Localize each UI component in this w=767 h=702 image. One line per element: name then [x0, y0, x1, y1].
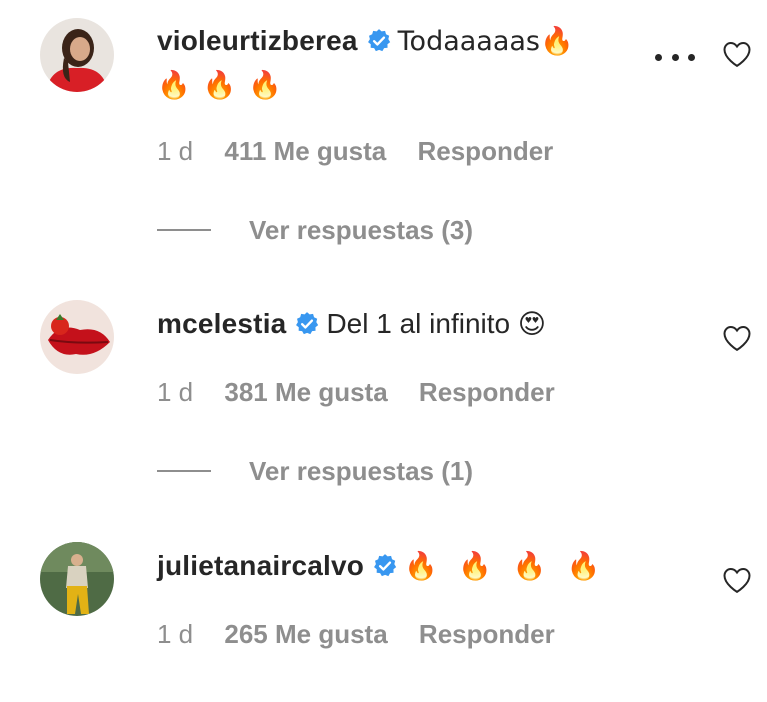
- comment-text: 🔥 🔥 🔥 🔥: [404, 551, 607, 582]
- comment-body: mcelestia Del 1 al infinito 😍: [157, 302, 677, 347]
- view-replies-button[interactable]: Ver respuestas (1): [157, 453, 473, 489]
- verified-badge-icon: [366, 28, 392, 54]
- comment-time: 1 d: [157, 377, 194, 407]
- avatar[interactable]: [40, 542, 114, 616]
- username[interactable]: mcelestia: [157, 308, 286, 339]
- reply-button[interactable]: Responder: [419, 619, 555, 650]
- view-replies-label: Ver respuestas (1): [249, 455, 474, 486]
- replies-divider: [157, 470, 211, 472]
- view-replies-label: Ver respuestas (3): [249, 214, 474, 245]
- comment-meta: 1 d 381 Me gusta Responder: [157, 377, 579, 408]
- comment-text: Todaaaaas🔥: [397, 26, 574, 57]
- like-count[interactable]: 411 Me gusta: [224, 136, 386, 167]
- username[interactable]: violeurtizberea: [157, 25, 358, 56]
- like-count[interactable]: 381 Me gusta: [224, 377, 387, 408]
- reply-button[interactable]: Responder: [419, 377, 555, 408]
- comment-time: 1 d: [157, 619, 194, 649]
- verified-badge-icon: [372, 553, 398, 579]
- comment-body: violeurtizberea Todaaaaas🔥 🔥🔥🔥: [157, 19, 677, 108]
- comment-time: 1 d: [157, 136, 194, 166]
- avatar-image: [40, 18, 114, 92]
- heart-outline-icon[interactable]: [722, 566, 752, 594]
- avatar-image: [40, 300, 114, 374]
- verified-badge-icon: [294, 311, 320, 337]
- more-options-icon[interactable]: [655, 42, 695, 72]
- reply-button[interactable]: Responder: [417, 136, 553, 167]
- comment-text: Del 1 al infinito: [326, 308, 511, 339]
- heart-outline-icon[interactable]: [722, 324, 752, 352]
- view-replies-button[interactable]: Ver respuestas (3): [157, 212, 473, 248]
- smiling-face-heart-eyes-emoji: 😍: [517, 309, 547, 340]
- comment-text-continued: 🔥🔥🔥: [157, 70, 294, 101]
- like-count[interactable]: 265 Me gusta: [224, 619, 387, 650]
- comment-meta: 1 d 411 Me gusta Responder: [157, 136, 577, 167]
- username[interactable]: julietanaircalvo: [157, 550, 364, 581]
- heart-outline-icon[interactable]: [722, 40, 752, 68]
- comment-body: julietanaircalvo 🔥 🔥 🔥 🔥: [157, 544, 677, 589]
- avatar-image: [40, 542, 114, 616]
- comment-meta: 1 d 265 Me gusta Responder: [157, 619, 579, 650]
- avatar[interactable]: [40, 18, 114, 92]
- avatar[interactable]: [40, 300, 114, 374]
- replies-divider: [157, 229, 211, 231]
